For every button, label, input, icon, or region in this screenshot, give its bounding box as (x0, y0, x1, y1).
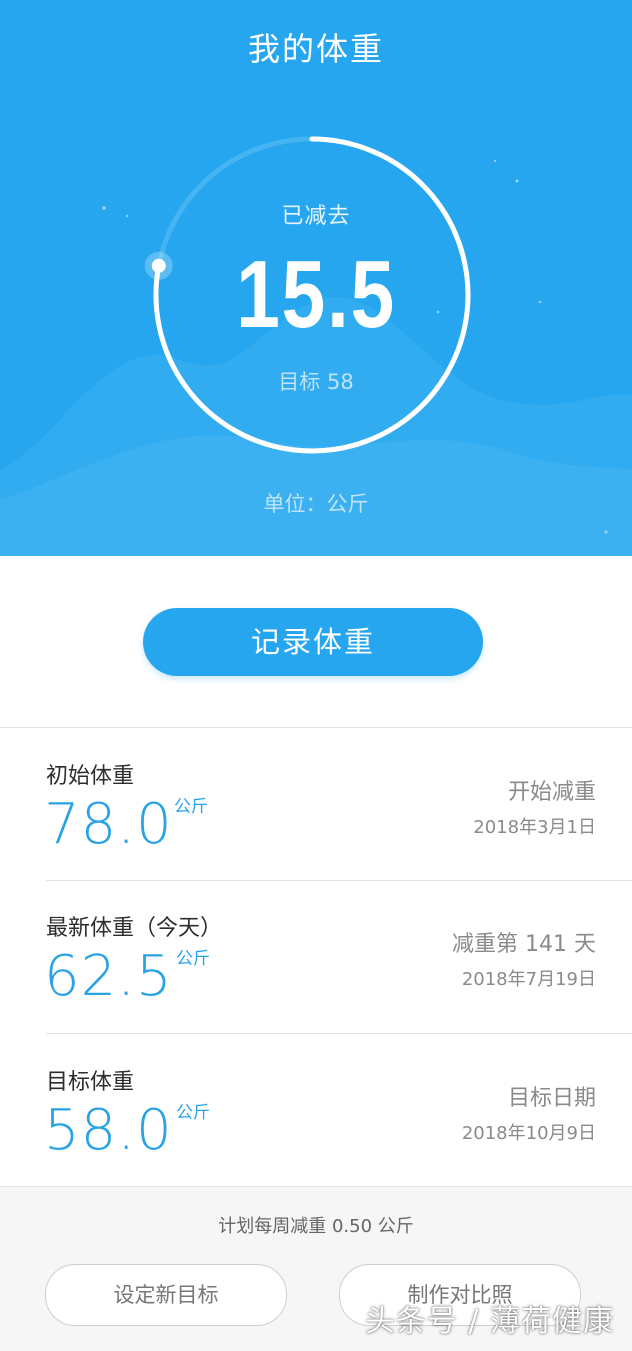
target-date: 2018年10月9日 (461, 1123, 596, 1144)
latest-date: 2018年7月19日 (461, 969, 596, 990)
target-weight-unit: 公斤 (176, 1103, 210, 1123)
start-label: 开始减重 (507, 780, 596, 805)
record-weight-button[interactable]: 记录体重 (143, 608, 483, 676)
days-count-label: 减重第 141 天 (452, 932, 596, 957)
set-new-goal-button[interactable]: 设定新目标 (45, 1264, 287, 1326)
initial-weight-value: 78.0 (44, 792, 173, 857)
unit-label: 单位：公斤 (263, 492, 369, 516)
lost-label: 已减去 (281, 204, 351, 229)
target-weight-label: 目标体重 (46, 1070, 135, 1095)
initial-weight-unit: 公斤 (174, 797, 208, 817)
lost-value: 15.5 (236, 241, 396, 348)
latest-weight-label: 最新体重（今天） (46, 916, 223, 941)
target-date-label: 目标日期 (507, 1086, 596, 1111)
weekly-plan-text: 计划每周减重 0.50 公斤 (218, 1216, 414, 1237)
header-panel: 我的体重 已减去 15.5 目标 58 单位：公斤 (0, 0, 632, 556)
divider (46, 880, 632, 881)
latest-weight-row[interactable]: 最新体重（今天） 62.5 公斤 减重第 141 天 2018年7月19日 (44, 910, 596, 1060)
initial-weight-row[interactable]: 初始体重 78.0 公斤 开始减重 2018年3月1日 (44, 758, 596, 908)
watermark-text: 头条号 / 薄荷健康 (364, 1304, 614, 1339)
target-weight-value: 58.0 (44, 1098, 173, 1163)
initial-weight-label: 初始体重 (46, 764, 135, 789)
latest-weight-unit: 公斤 (176, 949, 210, 969)
divider (46, 1033, 632, 1034)
latest-weight-value: 62.5 (44, 944, 173, 1009)
start-date: 2018年3月1日 (473, 817, 596, 838)
target-label: 目标 58 (278, 370, 354, 394)
divider (0, 727, 632, 728)
